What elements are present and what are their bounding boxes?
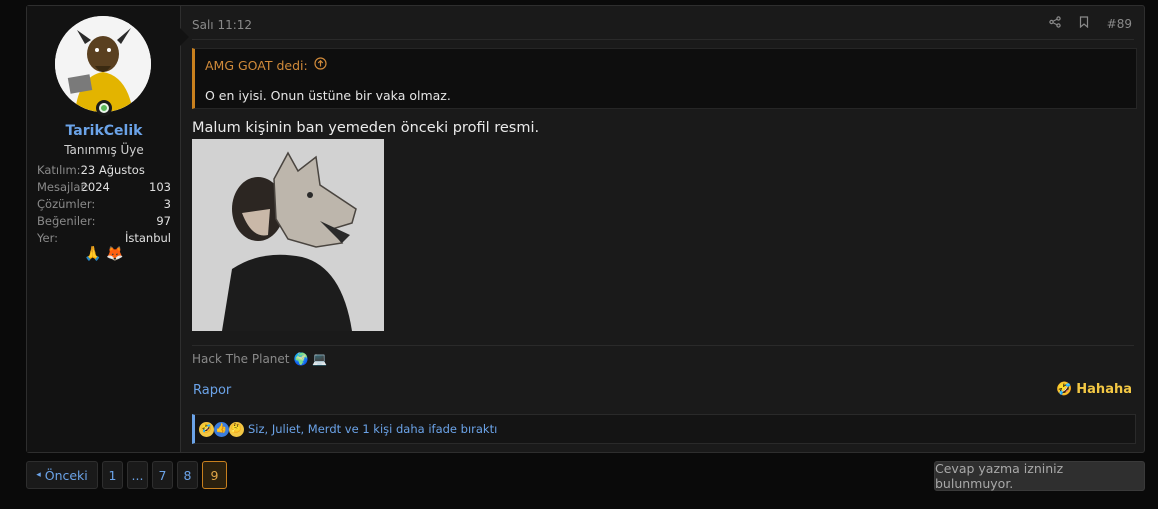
stat-row-solutions: Çözümler: 3	[37, 196, 171, 213]
reaction-label: Hahaha	[1076, 382, 1132, 397]
signature-divider	[192, 345, 1134, 346]
post-card: TarikCelik Tanınmış Üye Katılım: 23 Ağust…	[26, 5, 1145, 453]
stat-row-likes: Beğeniler: 97	[37, 213, 171, 230]
avatar[interactable]	[55, 16, 151, 112]
page-current[interactable]: 9	[202, 461, 227, 489]
stat-value: 3	[163, 197, 171, 211]
pray-badge-icon: 🙏	[84, 246, 102, 262]
reactions-summary-text[interactable]: Siz, Juliet, Merdt ve 1 kişi daha ifade …	[248, 422, 497, 436]
stat-label: Yer:	[37, 231, 58, 245]
quote-header[interactable]: AMG GOAT dedi:	[205, 57, 327, 73]
stat-label: Mesajlar:	[37, 180, 89, 194]
user-badges: 🙏 🦊	[27, 246, 181, 262]
online-status-icon	[96, 100, 112, 116]
laughing-face-icon: 🤣	[199, 421, 214, 437]
post-time[interactable]: Salı 11:12	[192, 18, 252, 32]
post-message: Malum kişinin ban yemeden önceki profil …	[192, 120, 540, 136]
signature-emoji: 🌍 💻	[293, 352, 328, 366]
stat-value: İstanbul	[124, 231, 171, 245]
post-main: Salı 11:12 #89 AMG GOAT dedi: O en iyisi…	[181, 6, 1144, 452]
signature-text: Hack The Planet	[192, 352, 290, 366]
firefox-badge-icon: 🦊	[106, 246, 124, 262]
thinking-face-icon: 🤔	[229, 421, 244, 437]
post-number[interactable]: #89	[1107, 17, 1132, 31]
prev-page-label: Önceki	[44, 467, 88, 483]
quote-block: AMG GOAT dedi: O en iyisi. Onun üstüne b…	[192, 48, 1137, 109]
signature: Hack The Planet 🌍 💻	[192, 352, 327, 366]
post-actions: #89	[1048, 16, 1132, 31]
stat-label: Beğeniler:	[37, 214, 96, 228]
pagination: ◂ Önceki 1 ... 7 8 9	[26, 461, 227, 489]
header-divider	[192, 39, 1134, 40]
prev-page-button[interactable]: ◂ Önceki	[26, 461, 98, 489]
stat-row-joined: Katılım: 23 Ağustos 2024	[37, 162, 171, 194]
laughing-face-icon: 🤣	[1056, 382, 1073, 397]
arrow-up-circle-icon[interactable]	[314, 57, 327, 73]
quote-text: O en iyisi. Onun üstüne bir vaka olmaz.	[205, 88, 451, 103]
report-link[interactable]: Rapor	[193, 383, 231, 398]
post-image[interactable]	[192, 139, 384, 331]
stat-value: 23 Ağustos 2024	[80, 163, 145, 194]
stat-label: Çözümler:	[37, 197, 96, 211]
reactions-summary[interactable]: 🤣 👍 🤔 Siz, Juliet, Merdt ve 1 kişi daha …	[192, 414, 1136, 444]
page-link[interactable]: 8	[177, 461, 198, 489]
share-icon[interactable]	[1048, 16, 1061, 31]
page-ellipsis[interactable]: ...	[127, 461, 148, 489]
username[interactable]: TarikCelik	[27, 123, 181, 139]
reaction-button[interactable]: 🤣 Hahaha	[1056, 382, 1132, 397]
user-info-panel: TarikCelik Tanınmış Üye Katılım: 23 Ağust…	[27, 6, 181, 452]
bookmark-icon[interactable]	[1079, 16, 1089, 31]
user-title: Tanınmış Üye	[64, 143, 144, 157]
stat-value: 97	[156, 214, 171, 228]
user-stats: Katılım: 23 Ağustos 2024 Mesajlar: 103 Çöz…	[37, 162, 171, 247]
stat-row-location: Yer: İstanbul	[37, 230, 171, 247]
stat-value: 103	[149, 180, 171, 194]
quote-author[interactable]: AMG GOAT dedi:	[205, 58, 308, 73]
stat-label: Katılım:	[37, 163, 81, 177]
page-link[interactable]: 7	[152, 461, 173, 489]
no-reply-notice: Cevap yazma izniniz bulunmuyor.	[934, 461, 1145, 491]
thumbs-up-icon: 👍	[214, 421, 229, 437]
page-link[interactable]: 1	[102, 461, 123, 489]
chevron-left-icon: ◂	[36, 470, 41, 480]
